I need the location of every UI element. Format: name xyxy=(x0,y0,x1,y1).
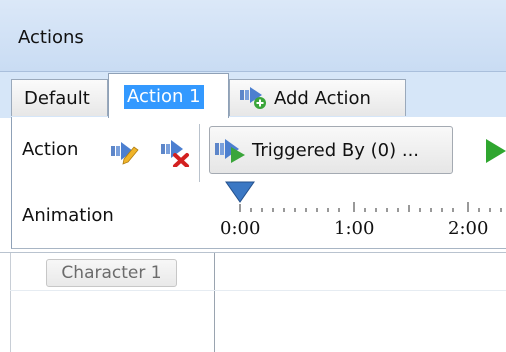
time-label-1: 1:00 xyxy=(334,218,374,239)
time-label-0: 0:00 xyxy=(220,218,260,239)
tab-default-label: Default xyxy=(24,88,90,109)
delete-action-icon xyxy=(160,140,190,171)
animation-timeline[interactable]: 0:00 1:00 2:00 xyxy=(218,180,506,240)
timeline-ticks xyxy=(239,202,502,212)
edit-action-icon xyxy=(110,142,140,171)
character-label[interactable]: Character 1 xyxy=(46,259,177,287)
panel-title: Actions xyxy=(18,27,84,48)
animation-label: Animation xyxy=(22,205,114,226)
delete-action-button[interactable] xyxy=(160,137,190,168)
triggered-by-button[interactable]: Triggered By (0) ... xyxy=(209,126,453,174)
playhead-marker[interactable] xyxy=(225,181,255,203)
time-label-2: 2:00 xyxy=(448,218,488,239)
add-action-label: Add Action xyxy=(274,88,371,109)
tab-default[interactable]: Default xyxy=(11,79,108,116)
triggered-by-label: Triggered By (0) ... xyxy=(252,140,420,161)
add-action-tab[interactable]: Add Action xyxy=(229,79,406,116)
play-icon[interactable] xyxy=(486,139,506,163)
grid-row-divider xyxy=(10,290,506,291)
edit-action-button[interactable] xyxy=(110,137,140,167)
action-label: Action xyxy=(22,139,79,160)
trigger-icon xyxy=(215,137,247,167)
toolbar-separator xyxy=(199,124,203,182)
tab-action-1-label: Action 1 xyxy=(124,85,204,109)
tab-action-1[interactable]: Action 1 xyxy=(108,73,229,118)
